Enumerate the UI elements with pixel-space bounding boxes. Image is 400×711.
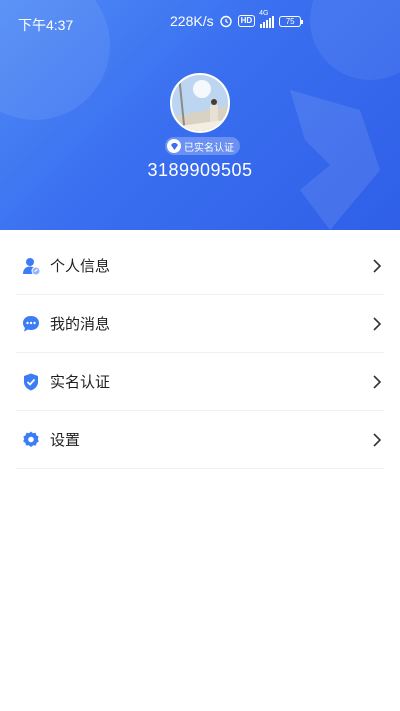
menu-item-label: 实名认证 <box>50 374 111 391</box>
verified-label: 已实名认证 <box>184 142 234 154</box>
menu-item-real-name-auth[interactable]: 实名认证 <box>16 353 384 411</box>
chevron-right-icon <box>373 317 382 331</box>
menu-item-personal-info[interactable]: 个人信息 <box>16 237 384 295</box>
profile-menu: 个人信息 我的消息 实名认证 设置 <box>16 237 384 469</box>
menu-item-label: 个人信息 <box>50 258 111 275</box>
menu-item-label: 我的消息 <box>50 316 111 333</box>
network-type: 4G <box>259 9 269 17</box>
battery-icon: 75 <box>279 15 304 27</box>
alarm-icon <box>219 15 232 28</box>
gear-icon <box>20 429 42 451</box>
chevron-right-icon <box>373 433 382 447</box>
menu-item-label: 设置 <box>50 432 81 449</box>
menu-item-messages[interactable]: 我的消息 <box>16 295 384 353</box>
user-phone: 3189909505 <box>147 160 253 180</box>
status-bar: 下午4:37 228K/s HD 4G 75 <box>0 0 400 46</box>
hd-icon: HD <box>237 15 256 27</box>
avatar[interactable] <box>170 73 230 133</box>
network-speed: 228K/s <box>170 13 214 29</box>
user-info-icon <box>20 255 42 277</box>
profile-header: 下午4:37 228K/s HD 4G 75 已实名认证 3189909505 <box>0 0 400 230</box>
status-time: 下午4:37 <box>18 17 74 33</box>
signal-icon: 4G <box>259 10 275 28</box>
chevron-right-icon <box>373 375 382 389</box>
message-icon <box>20 313 42 335</box>
avatar-image <box>172 75 228 131</box>
menu-item-settings[interactable]: 设置 <box>16 411 384 469</box>
verified-shield-icon <box>20 371 42 393</box>
verified-badge: 已实名认证 <box>165 137 240 155</box>
diamond-icon <box>167 139 181 153</box>
header-decoration <box>290 90 380 230</box>
chevron-right-icon <box>373 259 382 273</box>
